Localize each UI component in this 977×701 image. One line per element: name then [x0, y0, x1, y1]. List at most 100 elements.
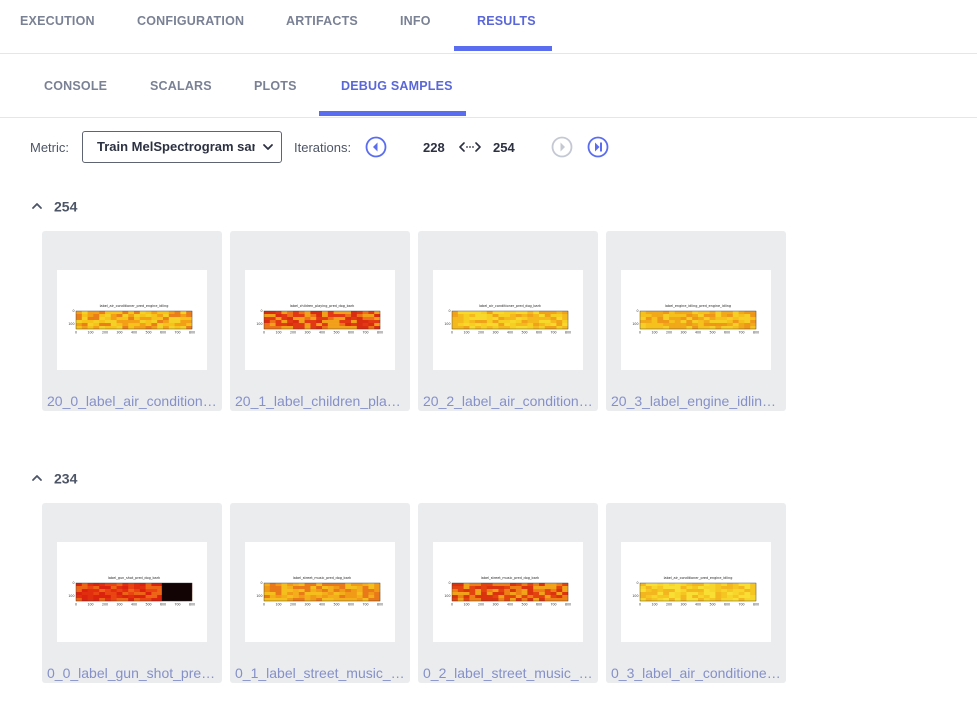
x-tick-label: 600 [536, 331, 542, 335]
y-tick-label: 100 [68, 594, 74, 598]
x-tick-label: 700 [362, 603, 368, 607]
sample-label: 0_2_label_street_music_pred_dog_bark [423, 665, 595, 681]
x-tick-label: 800 [377, 331, 383, 335]
double-arrow-icon [459, 142, 481, 152]
x-tick-label: 700 [174, 331, 180, 335]
x-tick-label: 100 [463, 603, 469, 607]
spectrogram-title: label_air_conditioner_pred_engine_idling [664, 576, 733, 580]
x-tick-label: 200 [478, 331, 484, 335]
circle-chevron-right-icon[interactable] [551, 136, 573, 158]
sample-card[interactable]: label_air_conditioner_pred_engine_idling… [606, 503, 786, 683]
circle-chevron-left-icon[interactable] [365, 136, 387, 158]
x-tick-label: 0 [75, 603, 77, 607]
tab-execution[interactable]: EXECUTION [20, 14, 95, 28]
y-tick-label: 100 [68, 322, 74, 326]
spectrogram-thumbnail: label_air_conditioner_pred_dog_bark 0 100 0… [433, 270, 583, 370]
x-tick-label: 300 [492, 331, 498, 335]
x-tick-label: 100 [87, 331, 93, 335]
x-tick-label: 100 [87, 603, 93, 607]
iteration-to: 254 [493, 140, 515, 155]
sample-card[interactable]: label_air_conditioner_pred_dog_bark 0 100 0… [418, 231, 598, 411]
x-tick-label: 600 [724, 603, 730, 607]
chevron-up-icon [32, 203, 42, 210]
tab-info[interactable]: INFO [400, 14, 431, 28]
x-tick-label: 500 [333, 603, 339, 607]
x-tick-label: 200 [102, 603, 108, 607]
section-header-234[interactable]: 234 [30, 469, 77, 489]
x-tick-label: 600 [160, 331, 166, 335]
spectrogram-title: label_children_playing_pred_dog_bark [290, 304, 354, 308]
sample-card[interactable]: label_air_conditioner_pred_engine_idling… [42, 231, 222, 411]
sample-card[interactable]: label_street_music_pred_dog_bark 0 100 0 100… [230, 503, 410, 683]
subtab-plots[interactable]: PLOTS [254, 79, 297, 93]
x-tick-label: 800 [377, 603, 383, 607]
subtab-debug-samples[interactable]: DEBUG SAMPLES [341, 79, 453, 93]
x-tick-label: 800 [753, 331, 759, 335]
x-tick-label: 200 [666, 603, 672, 607]
x-tick-label: 200 [102, 331, 108, 335]
iteration-from: 228 [423, 140, 445, 155]
x-tick-label: 300 [680, 603, 686, 607]
sample-card[interactable]: label_engine_idling_pred_engine_idling 0 1… [606, 231, 786, 411]
x-tick-label: 700 [738, 603, 744, 607]
spectrogram-thumbnail: label_air_conditioner_pred_engine_idling… [621, 542, 771, 642]
sample-label: 0_0_label_gun_shot_pred_dog_bark [47, 665, 219, 681]
y-tick-label: 100 [256, 322, 262, 326]
section-header-254[interactable]: 254 [30, 197, 77, 217]
x-tick-label: 0 [639, 331, 641, 335]
x-tick-label: 300 [492, 603, 498, 607]
iterations-label: Iterations: [294, 140, 352, 155]
tab-configuration[interactable]: CONFIGURATION [137, 14, 244, 28]
spectrogram-title: label_street_music_pred_dog_bark [481, 576, 539, 580]
x-tick-label: 300 [116, 603, 122, 607]
x-tick-label: 300 [680, 331, 686, 335]
results-subtab-bar: CONSOLE SCALARS PLOTS DEBUG SAMPLES [0, 54, 977, 118]
y-tick-label: 0 [636, 581, 638, 585]
tab-results[interactable]: RESULTS [477, 14, 536, 28]
circle-skip-end-icon[interactable] [587, 136, 609, 158]
x-tick-label: 600 [348, 331, 354, 335]
x-tick-label: 400 [507, 603, 513, 607]
x-tick-label: 200 [478, 603, 484, 607]
x-tick-label: 700 [174, 603, 180, 607]
x-tick-label: 800 [753, 603, 759, 607]
spectrogram-title: label_engine_idling_pred_engine_idling [665, 304, 731, 308]
x-tick-label: 500 [333, 331, 339, 335]
spectrogram-title: label_air_conditioner_pred_dog_bark [479, 304, 541, 308]
subtab-console[interactable]: CONSOLE [44, 79, 107, 93]
spectrogram-thumbnail: label_street_music_pred_dog_bark 0 100 0 100… [433, 542, 583, 642]
x-tick-label: 100 [463, 331, 469, 335]
y-tick-label: 0 [260, 581, 262, 585]
metric-select[interactable]: Train MelSpectrogram samples [82, 131, 282, 163]
spectrogram-title: label_air_conditioner_pred_engine_idling [100, 304, 169, 308]
x-tick-label: 0 [75, 331, 77, 335]
y-tick-label: 100 [444, 594, 450, 598]
x-tick-label: 500 [521, 603, 527, 607]
x-tick-label: 600 [348, 603, 354, 607]
active-subtab-indicator [319, 111, 466, 116]
y-tick-label: 0 [636, 309, 638, 313]
x-tick-label: 700 [550, 603, 556, 607]
x-tick-label: 600 [724, 331, 730, 335]
spectrogram-thumbnail: label_children_playing_pred_dog_bark 0 100… [245, 270, 395, 370]
sample-label: 20_0_label_air_conditioner_pred_engine_i… [47, 393, 219, 409]
x-tick-label: 0 [451, 331, 453, 335]
subtab-scalars[interactable]: SCALARS [150, 79, 212, 93]
chevron-up-icon [32, 475, 42, 482]
x-tick-label: 200 [666, 331, 672, 335]
y-tick-label: 0 [448, 309, 450, 313]
y-tick-label: 100 [632, 594, 638, 598]
sample-card[interactable]: label_street_music_pred_dog_bark 0 100 0 100… [418, 503, 598, 683]
y-tick-label: 0 [72, 309, 74, 313]
x-tick-label: 600 [160, 603, 166, 607]
sample-card[interactable]: label_gun_shot_pred_dog_bark 0 100 0 100 200 3… [42, 503, 222, 683]
spectrogram-title: label_gun_shot_pred_dog_bark [108, 576, 160, 580]
x-tick-label: 500 [145, 603, 151, 607]
sample-card[interactable]: label_children_playing_pred_dog_bark 0 100… [230, 231, 410, 411]
sample-label: 0_1_label_street_music_pred_dog_bark [235, 665, 407, 681]
tab-artifacts[interactable]: ARTIFACTS [286, 14, 358, 28]
y-tick-label: 100 [444, 322, 450, 326]
section-iteration: 234 [54, 470, 78, 487]
x-tick-label: 200 [290, 603, 296, 607]
sample-label: 20_3_label_engine_idling_pred_engine_idl… [611, 393, 783, 409]
